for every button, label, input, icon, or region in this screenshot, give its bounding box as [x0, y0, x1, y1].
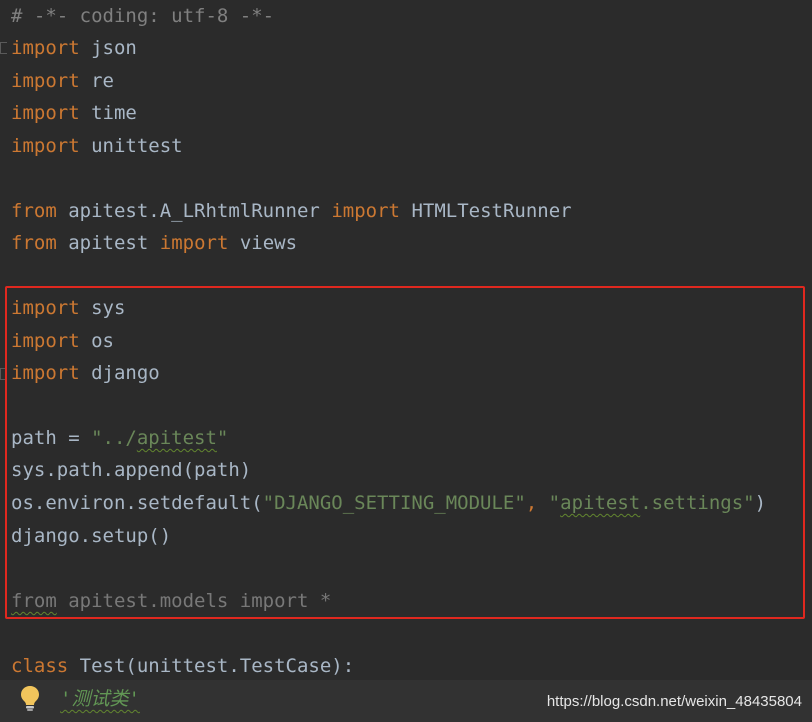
keyword: class [11, 655, 69, 677]
keyword: import [11, 70, 80, 92]
highlight-box [5, 286, 805, 619]
keyword: import [11, 135, 80, 157]
keyword: from [11, 200, 57, 222]
code-line-5[interactable]: import unittest [11, 130, 183, 162]
identifier: views [239, 232, 298, 254]
identifier: apitest.A_LRhtmlRunner [68, 200, 320, 222]
identifier: re [91, 70, 114, 92]
code-line-3[interactable]: import re [11, 65, 114, 97]
identifier: json [91, 37, 137, 59]
docstring[interactable]: '测试类' [60, 684, 140, 714]
keyword: import [159, 232, 229, 254]
identifier: unittest [91, 135, 183, 157]
code-line-4[interactable]: import time [11, 97, 137, 129]
code-line-7[interactable]: from apitest.A_LRhtmlRunner import HTMLT… [11, 195, 572, 227]
code-line-2[interactable]: import json [11, 32, 137, 64]
code-line-8[interactable]: from apitest import views [11, 227, 297, 259]
identifier: time [91, 102, 137, 124]
identifier: apitest [68, 232, 149, 254]
fold-marker-icon[interactable] [0, 42, 7, 54]
code-editor[interactable]: # -*- coding: utf-8 -*- import json impo… [0, 0, 812, 722]
watermark-url: https://blog.csdn.net/weixin_48435804 [546, 693, 802, 710]
keyword: import [11, 102, 80, 124]
keyword: import [331, 200, 400, 222]
code-line-21[interactable]: class Test(unittest.TestCase): [11, 650, 354, 682]
keyword: import [11, 37, 80, 59]
class-signature: Test(unittest.TestCase): [68, 655, 355, 677]
identifier: HTMLTestRunner [411, 200, 572, 222]
lightbulb-icon[interactable] [19, 684, 41, 712]
keyword: from [11, 232, 57, 254]
code-line-1[interactable]: # -*- coding: utf-8 -*- [11, 0, 274, 32]
